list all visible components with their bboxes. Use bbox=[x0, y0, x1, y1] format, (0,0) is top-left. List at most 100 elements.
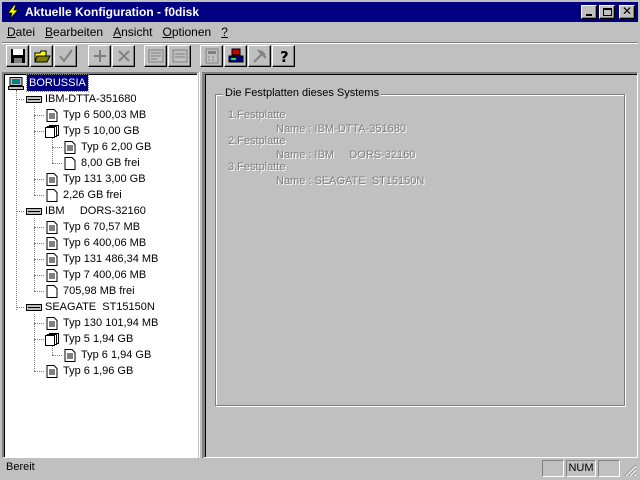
add-button[interactable] bbox=[88, 45, 111, 67]
tree-line bbox=[52, 163, 62, 164]
hard-disk-icon bbox=[26, 304, 42, 311]
tree-line bbox=[34, 106, 35, 195]
tree-disk-label: SEAGATE ST15150N bbox=[45, 301, 155, 313]
open-folder-icon bbox=[34, 50, 51, 63]
menu-ansicht[interactable]: Ansicht bbox=[108, 23, 157, 41]
hard-disk-icon bbox=[26, 208, 42, 215]
svg-text:?: ? bbox=[280, 48, 289, 64]
status-panel-num: NUM bbox=[566, 460, 596, 477]
blank-document-icon bbox=[46, 189, 58, 202]
menu-datei[interactable]: Datei bbox=[2, 23, 40, 41]
save-button[interactable] bbox=[6, 45, 29, 67]
help-button[interactable]: ? bbox=[272, 45, 295, 67]
document-icon bbox=[64, 141, 76, 154]
tree-line bbox=[16, 211, 24, 212]
tree-line bbox=[34, 218, 35, 291]
hard-disk-icon bbox=[26, 96, 42, 103]
disk-heading: 3.Festplatte bbox=[228, 161, 286, 173]
document-icon bbox=[46, 365, 58, 378]
computer-icon bbox=[8, 77, 24, 90]
tree-line bbox=[34, 275, 44, 276]
tree-partition-label: Typ 6 500,03 MB bbox=[63, 109, 147, 121]
tree-logical-label: Typ 6 1,94 GB bbox=[81, 349, 152, 361]
status-panel-caps bbox=[542, 460, 564, 477]
tree-line bbox=[34, 131, 44, 132]
delete-button[interactable] bbox=[112, 45, 135, 67]
minimize-button[interactable] bbox=[581, 5, 597, 19]
calculator-button[interactable] bbox=[200, 45, 223, 67]
tree-line bbox=[34, 259, 44, 260]
disks-groupbox: Die Festplatten dieses Systems 1.Festpla… bbox=[215, 87, 625, 406]
documents-stack-icon bbox=[45, 125, 59, 138]
menu-datei-label: atei bbox=[15, 25, 36, 39]
menu-bearbeiten[interactable]: Bearbeiten bbox=[40, 23, 108, 41]
disk-heading: 1.Festplatte bbox=[228, 109, 286, 121]
toolbar-separator bbox=[2, 42, 638, 44]
resize-grip-icon[interactable] bbox=[624, 464, 637, 477]
computer-button[interactable] bbox=[224, 45, 247, 67]
document-icon bbox=[64, 349, 76, 362]
add-icon bbox=[94, 50, 106, 62]
disk-tree[interactable]: BORUSSIA IBM-DTTA-351680 Typ 6 500,03 MB… bbox=[2, 72, 198, 458]
menu-bearbeiten-mnemonic: B bbox=[45, 25, 54, 39]
tree-partition-label: Typ 7 400,06 MB bbox=[63, 269, 147, 281]
tree-line bbox=[34, 339, 44, 340]
document-icon bbox=[46, 109, 58, 122]
menu-ansicht-label: nsicht bbox=[121, 25, 153, 39]
menu-bearbeiten-label: earbeiten bbox=[53, 25, 104, 39]
tree-line bbox=[34, 323, 44, 324]
tree-line bbox=[34, 227, 44, 228]
status-bar: Bereit NUM bbox=[2, 459, 638, 478]
status-text: Bereit bbox=[6, 461, 35, 473]
tools-button[interactable] bbox=[248, 45, 271, 67]
menu-optionen[interactable]: Optionen bbox=[157, 23, 216, 41]
help-icon: ? bbox=[280, 48, 289, 64]
minimize-icon bbox=[586, 14, 592, 16]
menu-optionen-mnemonic: O bbox=[162, 25, 172, 39]
document-icon bbox=[46, 237, 58, 250]
app-lightning-icon[interactable] bbox=[5, 4, 21, 20]
tree-partition-label: Typ 130 101,94 MB bbox=[63, 317, 159, 329]
app-window: Aktuelle Konfiguration - f0disk ✕ Datei … bbox=[0, 0, 640, 480]
tree-line bbox=[52, 147, 62, 148]
tree-line bbox=[34, 371, 44, 372]
details-pane: Die Festplatten dieses Systems 1.Festpla… bbox=[203, 72, 638, 458]
title-bar[interactable]: Aktuelle Konfiguration - f0disk ✕ bbox=[2, 2, 638, 22]
groupbox-title: Die Festplatten dieses Systems bbox=[223, 87, 382, 99]
close-button[interactable]: ✕ bbox=[619, 4, 635, 19]
tree-line bbox=[34, 179, 44, 180]
tree-partition-label: Typ 5 10,00 GB bbox=[63, 125, 140, 137]
tree-line bbox=[34, 291, 44, 292]
window-button[interactable] bbox=[144, 45, 167, 67]
document-icon bbox=[46, 221, 58, 234]
tree-line bbox=[34, 195, 44, 196]
open-button[interactable] bbox=[30, 45, 53, 67]
maximize-button[interactable] bbox=[599, 5, 615, 19]
tree-partition-label: Typ 6 400,06 MB bbox=[63, 237, 147, 249]
tree-free-label: 2,26 GB frei bbox=[63, 189, 122, 201]
tree-partition-label: Typ 6 1,96 GB bbox=[63, 365, 134, 377]
tree-line bbox=[52, 346, 53, 355]
menu-help[interactable]: ? bbox=[216, 23, 233, 41]
tree-partition-label: Typ 6 70,57 MB bbox=[63, 221, 141, 233]
window-list-button[interactable] bbox=[168, 45, 191, 67]
disk-name: Name : SEAGATE ST15150N bbox=[276, 175, 425, 187]
menu-bar: Datei Bearbeiten Ansicht Optionen ? bbox=[2, 23, 638, 41]
menu-help-mnemonic: ? bbox=[221, 25, 228, 39]
tree-line bbox=[52, 138, 53, 163]
apply-button[interactable] bbox=[54, 45, 77, 67]
disk-heading: 2.Festplatte bbox=[228, 135, 286, 147]
window-list-icon bbox=[172, 49, 188, 63]
tree-partition-label: Typ 131 3,00 GB bbox=[63, 173, 146, 185]
tree-disk-label: IBM-DTTA-351680 bbox=[45, 93, 137, 105]
window-title: Aktuelle Konfiguration - f0disk bbox=[25, 5, 200, 19]
toolbar: ? bbox=[4, 45, 638, 70]
tree-line bbox=[16, 307, 24, 308]
tree-partition-label: Typ 5 1,94 GB bbox=[63, 333, 134, 345]
tree-root-label: BORUSSIA bbox=[26, 74, 89, 92]
checkmark-icon bbox=[59, 49, 73, 63]
tree-line bbox=[16, 90, 17, 310]
tools-icon bbox=[253, 49, 267, 63]
menu-optionen-label: ptionen bbox=[171, 25, 212, 39]
computer-icon bbox=[228, 48, 244, 63]
